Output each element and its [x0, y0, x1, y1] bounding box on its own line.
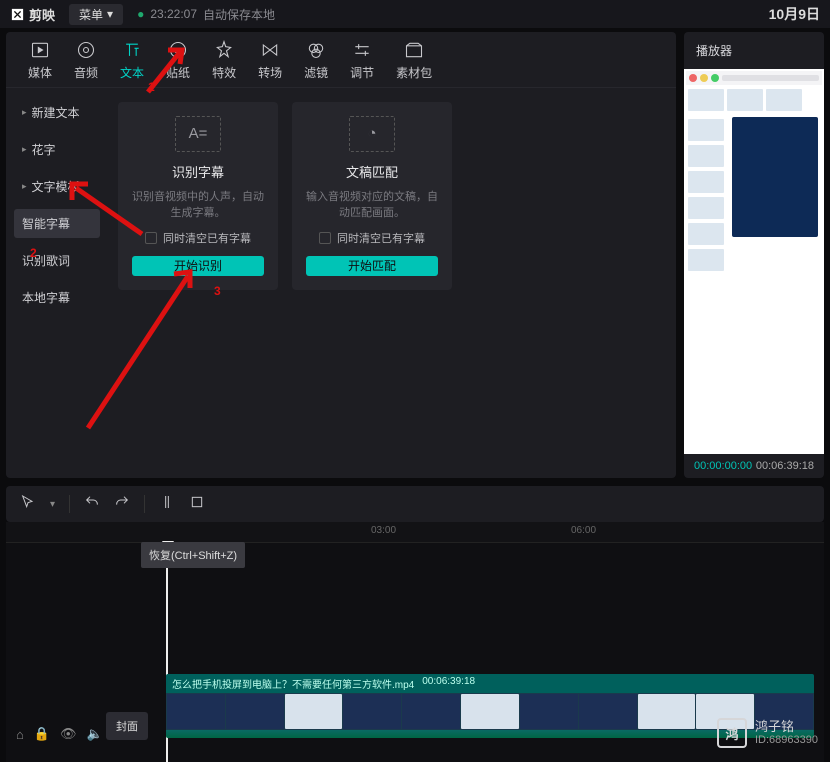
track-controls: ⌂ 🔒 👁 🔈 封面 [6, 543, 156, 762]
total-time: 00:06:39:18 [756, 460, 814, 472]
tracks-area[interactable]: ⌂ 🔒 👁 🔈 封面 怎么把手机投屏到电脑上？不需要任何第三方软件.mp4 00… [6, 542, 824, 762]
tab-filters[interactable]: 滤镜 [304, 40, 328, 81]
tab-stickers[interactable]: 贴纸 [166, 40, 190, 81]
player-panel: 播放器 00:00:00:00 00:06:39:18 [684, 32, 824, 478]
sidebar-item-local-subs[interactable]: 本地字幕 [14, 283, 100, 312]
clip-duration: 00:06:39:18 [422, 676, 475, 691]
tab-audio[interactable]: 音频 [74, 40, 98, 81]
redo-tooltip: 恢复(Ctrl+Shift+Z) [141, 542, 245, 568]
card-checkbox[interactable]: 同时清空已有字幕 [319, 230, 425, 246]
save-msg: 自动保存本地 [203, 6, 275, 23]
cloud-icon: ● [137, 7, 144, 21]
watermark-logo: 鸿 [717, 718, 747, 748]
clip-name: 怎么把手机投屏到电脑上？不需要任何第三方软件.mp4 [172, 676, 414, 691]
card-title: 识别字幕 [172, 162, 224, 181]
redo-button[interactable] [114, 494, 130, 515]
library-panel: 媒体 音频 文本 贴纸 特效 转场 滤镜 调节 素材包 新建文本 花字 文字模板… [6, 32, 676, 478]
card-script-match: ◔ 文稿匹配 输入音视频对应的文稿，自动匹配画面。 同时清空已有字幕 开始匹配 [292, 102, 452, 290]
watermark-name: 鸿子铭 [755, 719, 818, 735]
start-match-button[interactable]: 开始匹配 [306, 256, 438, 276]
menu-button[interactable]: 菜单 ▾ [69, 4, 123, 25]
tab-text[interactable]: 文本 [120, 40, 144, 81]
ruler-mark: 03:00 [371, 525, 396, 536]
tab-assets[interactable]: 素材包 [396, 40, 432, 81]
checkbox-icon [145, 232, 157, 244]
tab-adjust[interactable]: 调节 [350, 40, 374, 81]
crop-tool[interactable] [189, 494, 205, 515]
sidebar-item-lyrics[interactable]: 识别歌词 [14, 246, 100, 275]
magnet-icon[interactable]: ⌂ [16, 727, 24, 742]
watermark-id: ID:68963390 [755, 734, 818, 747]
tab-effects[interactable]: 特效 [212, 40, 236, 81]
current-date: 10月9日 [769, 4, 820, 24]
card-icon: ◔ [349, 116, 395, 152]
pointer-tool[interactable] [20, 494, 36, 515]
sidebar-item-fancy[interactable]: 花字 [14, 135, 100, 164]
card-recognize-subs: A= 识别字幕 识别音视频中的人声，自动生成字幕。 同时清空已有字幕 开始识别 [118, 102, 278, 290]
playhead-time: 00:00:00:00 [694, 460, 752, 472]
eye-icon[interactable]: 👁 [60, 726, 77, 742]
mute-icon[interactable]: 🔈 [87, 726, 103, 742]
annotation-num-1: 1 [148, 80, 155, 94]
app-name: 剪映 [29, 5, 55, 24]
lock-icon[interactable]: 🔒 [34, 726, 50, 742]
chevron-down-icon: ▾ [107, 7, 113, 21]
chevron-down-icon[interactable]: ▾ [50, 499, 55, 510]
card-checkbox[interactable]: 同时清空已有字幕 [145, 230, 251, 246]
watermark: 鸿 鸿子铭 ID:68963390 [717, 718, 818, 748]
app-logo: 剪映 [10, 5, 55, 24]
timeline: 03:00 06:00 恢复(Ctrl+Shift+Z) ⌂ 🔒 👁 🔈 封面 … [6, 522, 824, 762]
checkbox-icon [319, 232, 331, 244]
sidebar-item-smart-subs[interactable]: 智能字幕 [14, 209, 100, 238]
menu-label: 菜单 [79, 6, 103, 23]
card-desc: 识别音视频中的人声，自动生成字幕。 [132, 189, 264, 222]
card-title: 文稿匹配 [346, 162, 398, 181]
annotation-num-2: 2 [30, 246, 37, 260]
player-title: 播放器 [684, 32, 824, 69]
category-tabs: 媒体 音频 文本 贴纸 特效 转场 滤镜 调节 素材包 [6, 32, 676, 88]
split-tool[interactable] [159, 494, 175, 515]
sidebar-item-templates[interactable]: 文字模板 [14, 172, 100, 201]
player-viewport[interactable] [684, 69, 824, 454]
autosave-status: ● 23:22:07 自动保存本地 [137, 6, 275, 23]
tab-transitions[interactable]: 转场 [258, 40, 282, 81]
timeline-tools: ▾ [6, 486, 824, 522]
ruler-mark: 06:00 [571, 525, 596, 536]
cover-button[interactable]: 封面 [106, 712, 148, 740]
tab-media[interactable]: 媒体 [28, 40, 52, 81]
sidebar-item-new-text[interactable]: 新建文本 [14, 98, 100, 127]
start-recognize-button[interactable]: 开始识别 [132, 256, 264, 276]
annotation-num-3: 3 [214, 284, 221, 298]
time-ruler[interactable]: 03:00 06:00 [6, 522, 824, 542]
save-time: 23:22:07 [150, 7, 197, 21]
text-sidebar: 新建文本 花字 文字模板 智能字幕 识别歌词 本地字幕 [6, 88, 108, 478]
undo-button[interactable] [84, 494, 100, 515]
card-icon: A= [175, 116, 221, 152]
card-desc: 输入音视频对应的文稿，自动匹配画面。 [306, 189, 438, 222]
